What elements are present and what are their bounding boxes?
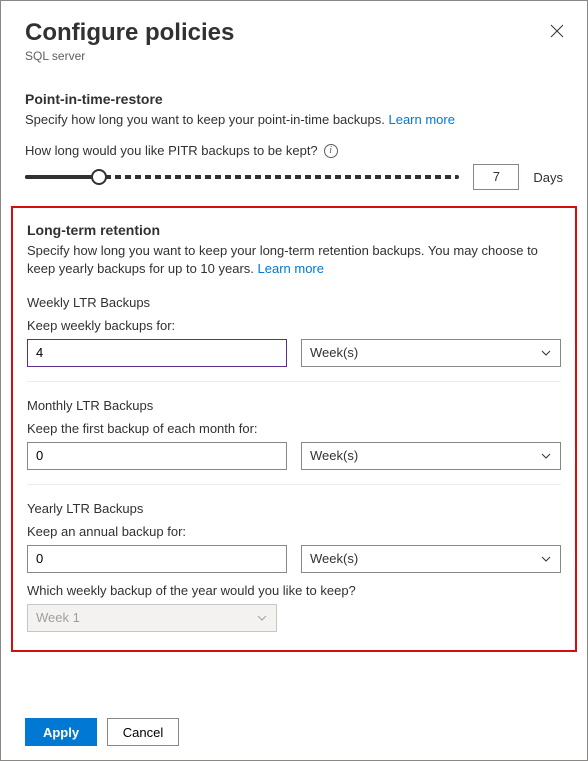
pitr-section-title: Point-in-time-restore (25, 91, 563, 107)
weekly-ltr-unit-value: Week(s) (310, 345, 358, 360)
pitr-days-value[interactable]: 7 (473, 164, 519, 190)
info-icon[interactable]: i (324, 144, 338, 158)
weekly-ltr-label: Keep weekly backups for: (27, 318, 561, 333)
yearly-ltr-unit-dropdown[interactable]: Week(s) (301, 545, 561, 573)
weekly-ltr-heading: Weekly LTR Backups (27, 295, 561, 310)
chevron-down-icon (540, 450, 552, 462)
yearly-which-dropdown: Week 1 (27, 604, 277, 632)
pitr-slider[interactable] (25, 168, 459, 186)
monthly-ltr-unit-value: Week(s) (310, 448, 358, 463)
weekly-ltr-input[interactable] (27, 339, 287, 367)
ltr-learn-more-link[interactable]: Learn more (258, 261, 324, 276)
monthly-ltr-heading: Monthly LTR Backups (27, 398, 561, 413)
apply-button[interactable]: Apply (25, 718, 97, 746)
pitr-days-unit: Days (533, 170, 563, 185)
monthly-ltr-input[interactable] (27, 442, 287, 470)
pitr-slider-label: How long would you like PITR backups to … (25, 143, 318, 158)
weekly-ltr-unit-dropdown[interactable]: Week(s) (301, 339, 561, 367)
close-button[interactable] (545, 19, 569, 43)
close-icon (550, 24, 564, 38)
yearly-ltr-subsection: Yearly LTR Backups Keep an annual backup… (27, 501, 561, 632)
panel-subtitle: SQL server (25, 49, 563, 63)
ltr-highlight-box: Long-term retention Specify how long you… (11, 206, 577, 651)
yearly-which-label: Which weekly backup of the year would yo… (27, 583, 561, 598)
yearly-ltr-unit-value: Week(s) (310, 551, 358, 566)
pitr-learn-more-link[interactable]: Learn more (388, 112, 454, 127)
monthly-ltr-subsection: Monthly LTR Backups Keep the first backu… (27, 398, 561, 485)
yearly-ltr-heading: Yearly LTR Backups (27, 501, 561, 516)
pitr-desc-text: Specify how long you want to keep your p… (25, 112, 388, 127)
yearly-which-value: Week 1 (36, 610, 80, 625)
cancel-button[interactable]: Cancel (107, 718, 179, 746)
pitr-section-desc: Specify how long you want to keep your p… (25, 111, 563, 129)
chevron-down-icon (540, 347, 552, 359)
chevron-down-icon (540, 553, 552, 565)
chevron-down-icon (256, 612, 268, 624)
weekly-ltr-subsection: Weekly LTR Backups Keep weekly backups f… (27, 295, 561, 382)
ltr-section-title: Long-term retention (27, 222, 561, 238)
monthly-ltr-label: Keep the first backup of each month for: (27, 421, 561, 436)
yearly-ltr-input[interactable] (27, 545, 287, 573)
yearly-ltr-label: Keep an annual backup for: (27, 524, 561, 539)
ltr-section-desc: Specify how long you want to keep your l… (27, 242, 561, 278)
monthly-ltr-unit-dropdown[interactable]: Week(s) (301, 442, 561, 470)
panel-title: Configure policies (25, 19, 563, 47)
slider-thumb-icon[interactable] (91, 169, 107, 185)
